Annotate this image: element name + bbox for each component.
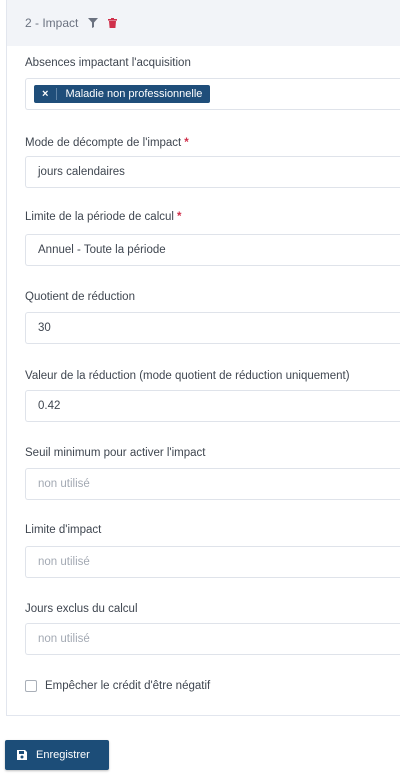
quotient-label: Quotient de réduction [25, 291, 135, 303]
save-button[interactable]: Enregistrer [5, 740, 109, 770]
limite-periode-label-text: Limite de la période de calcul [25, 211, 174, 223]
limite-periode-label: Limite de la période de calcul * [25, 211, 181, 223]
mode-label-text: Mode de décompte de l'impact [25, 137, 182, 149]
negative-credit-row: Empêcher le crédit d'être négatif [25, 680, 210, 692]
panel-header: 2 - Impact [6, 0, 400, 46]
seuil-label: Seuil minimum pour activer l'impact [25, 447, 206, 459]
jours-exclus-input[interactable]: non utilisé [25, 623, 400, 655]
save-icon [17, 750, 27, 760]
absences-multiselect[interactable]: × Maladie non professionnelle [25, 78, 400, 110]
negative-credit-checkbox[interactable] [25, 680, 37, 692]
filter-icon[interactable] [88, 18, 99, 28]
tag-label: Maladie non professionnelle [65, 88, 203, 100]
absences-label: Absences impactant l'acquisition [25, 57, 191, 69]
absence-tag: × Maladie non professionnelle [34, 85, 211, 103]
negative-credit-label[interactable]: Empêcher le crédit d'être négatif [45, 680, 210, 692]
valeur-reduction-input[interactable]: 0.42 [25, 390, 400, 422]
jours-exclus-label: Jours exclus du calcul [25, 603, 138, 615]
required-mark: * [184, 137, 189, 149]
impact-form: Absences impactant l'acquisition × Malad… [6, 46, 400, 716]
limite-periode-select[interactable]: Annuel - Toute la période [25, 234, 400, 266]
required-mark: * [176, 211, 182, 223]
tag-remove-button[interactable]: × [34, 88, 58, 100]
mode-select[interactable]: jours calendaires [25, 156, 400, 188]
valeur-reduction-label: Valeur de la réduction (mode quotient de… [25, 370, 350, 382]
panel-title: 2 - Impact [25, 16, 79, 30]
save-label: Enregistrer [36, 749, 90, 761]
seuil-input[interactable]: non utilisé [25, 468, 400, 500]
quotient-input[interactable]: 30 [25, 312, 400, 344]
mode-label: Mode de décompte de l'impact * [25, 137, 189, 149]
limite-impact-input[interactable]: non utilisé [25, 546, 400, 578]
trash-icon[interactable] [108, 18, 118, 28]
limite-impact-label: Limite d'impact [25, 524, 102, 536]
